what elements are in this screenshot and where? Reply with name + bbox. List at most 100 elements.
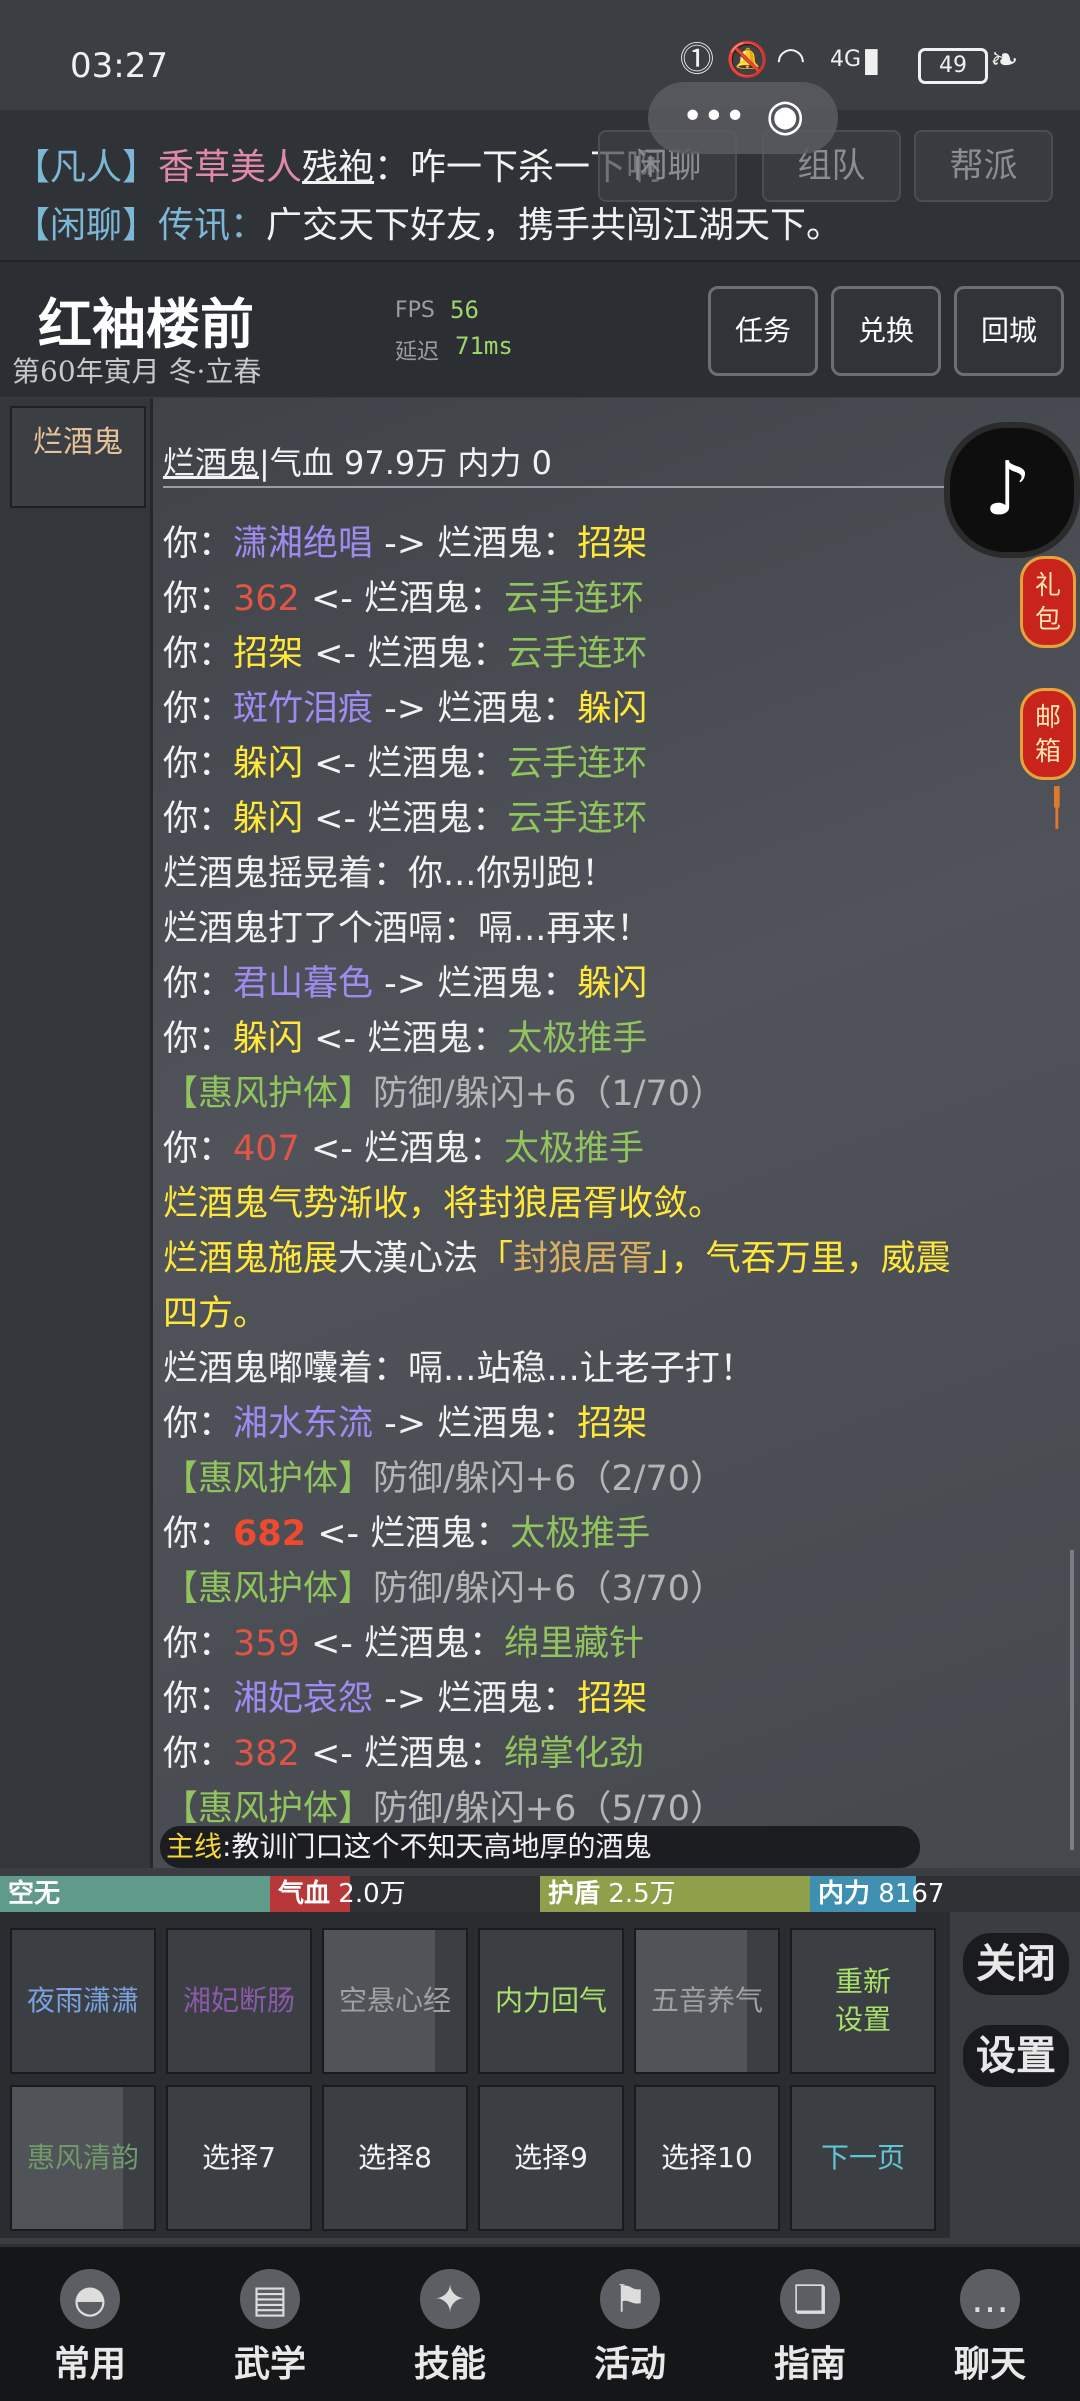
battery-icon: 49 [918,48,988,84]
log-segment: 362 [233,579,300,619]
log-segment: 你： [163,1404,234,1444]
nav-item[interactable]: ❑ 指南 [720,2247,900,2401]
log-line: 你：362 <- 烂酒鬼：云手连环 [163,570,644,621]
game-date: 第60年寅月 冬·立春 [12,355,262,388]
skill-button[interactable]: 惠风清韵 [10,2085,156,2231]
log-line: 你：407 <- 烂酒鬼：太极推手 [163,1120,644,1171]
log-segment: 四方。 [163,1294,269,1334]
log-segment: 烂酒鬼施展 [163,1239,339,1279]
exchange-button[interactable]: 兑换 [831,286,941,376]
log-segment: <- 烂酒鬼： [303,634,508,674]
skill-button[interactable]: 选择9 [478,2085,624,2231]
log-segment: -> 烂酒鬼： [373,1679,578,1719]
nav-label: 活动 [593,2343,666,2385]
main-quest[interactable]: 主线:教训门口这个不知天高地厚的酒鬼 [160,1826,920,1868]
log-segment: 封狼居胥 [513,1239,654,1279]
chat-text: 广交天下好友，携手共闯江湖天下。 [266,205,843,246]
log-segment: 【惠风护体】 [163,1074,374,1114]
log-segment: 你： [163,1514,234,1554]
skill-grid: 夜雨潇潇 湘妃断肠 空悬心经 内力回气 五音养气 重新 设置惠风清韵 选择7 选择8 选择9 选择… [0,1912,950,2238]
log-segment: <- 烂酒鬼： [303,744,508,784]
log-segment: 招架 [577,1679,648,1719]
scrollbar[interactable] [1070,1550,1074,1850]
skill-button[interactable]: 五音养气 [634,1928,780,2074]
log-line: 你：躲闪 <- 烂酒鬼：云手连环 [163,790,647,841]
return-city-button[interactable]: 回城 [954,286,1064,376]
nav-label: 聊天 [953,2343,1026,2385]
floating-menu-pill[interactable]: ••• ◉ [648,82,838,154]
nav-item[interactable]: ✦ 技能 [360,2247,540,2401]
tassel-icon: ╿ [1046,788,1068,829]
log-segment: 绵掌化劲 [504,1734,645,1774]
mail-lantern[interactable]: 邮箱 [1020,688,1076,780]
tiktok-icon[interactable]: ♪ [944,422,1080,558]
nav-label: 技能 [413,2343,486,2385]
mp-label: 内力 [818,1879,871,1909]
log-segment: 」，气吞万里，威震 [653,1239,951,1279]
skill-button[interactable]: 选择10 [634,2085,780,2231]
log-segment: 招架 [577,524,648,564]
nav-item[interactable]: ◓ 常用 [0,2247,180,2401]
log-segment: 【惠风护体】 [163,1569,374,1609]
nav-item[interactable]: ⚑ 活动 [540,2247,720,2401]
target-name[interactable]: 烂酒鬼 [163,444,259,482]
chat-speaker: 传讯： [158,205,267,246]
skill-button[interactable]: 内力回气 [478,1928,624,2074]
chat-channel: 【闲聊】 [14,205,159,246]
skill-button[interactable]: 选择7 [166,2085,312,2231]
log-segment: -> 烂酒鬼： [373,524,578,564]
log-segment: <- 烂酒鬼： [299,1734,505,1774]
nav-label: 常用 [53,2343,126,2385]
bottom-nav: ◓ 常用 ▤ 武学 ✦ 技能 ⚑ 活动 ❑ 指南 … 聊天 [0,2244,1080,2401]
more-dots-icon[interactable]: ••• [682,96,746,137]
record-icon[interactable]: ◉ [766,90,804,141]
status-time: 03:27 [70,46,168,86]
skill-button[interactable]: 湘妃断肠 [166,1928,312,2074]
mp-bar: 内力 8167 [810,1876,944,1912]
target-tab[interactable]: 烂酒鬼 [10,406,146,508]
mute-icon: 🔕 [726,40,769,80]
resource-bars: 空无 气血 2.0万 护盾 2.5万 内力 8167 [0,1876,1080,1912]
target-status: 烂酒鬼|气血 97.9万 内力 0 [163,438,552,484]
shield-bar: 护盾 2.5万 [540,1876,810,1912]
gift-lantern[interactable]: 礼包 [1020,556,1076,648]
skill-button[interactable]: 夜雨潇潇 [10,1928,156,2074]
log-segment: 防御/躲闪+6（2/70） [373,1459,725,1499]
network-type: 4G [830,47,862,72]
location-title: 红袖楼前 [38,292,254,356]
tab-chat-guild[interactable]: 帮派 [914,130,1053,202]
log-line: 【惠风护体】防御/躲闪+6（5/70） [163,1780,725,1831]
log-segment: 你： [163,1019,234,1059]
skill-button[interactable]: 下一页 [790,2085,936,2231]
log-segment: 烂酒鬼气势渐收，将封狼居胥收敛。 [163,1184,724,1224]
log-segment: 躲闪 [233,1019,304,1059]
skill-button[interactable]: 选择8 [322,2085,468,2231]
log-segment: 太极推手 [510,1514,651,1554]
chat-speaker[interactable]: 香草美人 [158,147,302,188]
log-line: 烂酒鬼嘟囔着：嗝...站稳...让老子打！ [163,1340,755,1391]
log-segment: <- 烂酒鬼： [303,799,508,839]
log-segment: 烂酒鬼嘟囔着：嗝...站稳...让老子打！ [163,1349,755,1389]
skill-button[interactable]: 空悬心经 [322,1928,468,2074]
nav-label: 武学 [233,2343,306,2385]
target-stats: |气血 97.9万 内力 0 [259,444,552,482]
log-segment: 407 [233,1129,300,1169]
nav-item[interactable]: … 聊天 [900,2247,1080,2401]
log-line: 你：招架 <- 烂酒鬼：云手连环 [163,625,647,676]
divider [163,486,953,488]
hp-bar: 气血 2.0万 [270,1876,406,1912]
chat-line: 【闲聊】传讯：广交天下好友，携手共闯江湖天下。 [14,196,842,248]
nav-item[interactable]: ▤ 武学 [180,2247,360,2401]
chat-target[interactable]: 残袍 [302,147,374,188]
log-line: 烂酒鬼气势渐收，将封狼居胥收敛。 [163,1175,723,1226]
log-segment: 你： [163,524,234,564]
stance-bar: 空无 [0,1876,270,1912]
log-segment: 烂酒鬼摇晃着：你...你别跑！ [163,854,617,894]
log-segment: 你： [163,1734,234,1774]
nav-label: 指南 [773,2343,846,2385]
leaf-icon: ❧ [990,40,1019,80]
quest-button[interactable]: 任务 [708,286,818,376]
settings-button[interactable]: 设置 [960,2022,1072,2090]
close-button[interactable]: 关闭 [960,1930,1072,1998]
skill-button[interactable]: 重新 设置 [790,1928,936,2074]
